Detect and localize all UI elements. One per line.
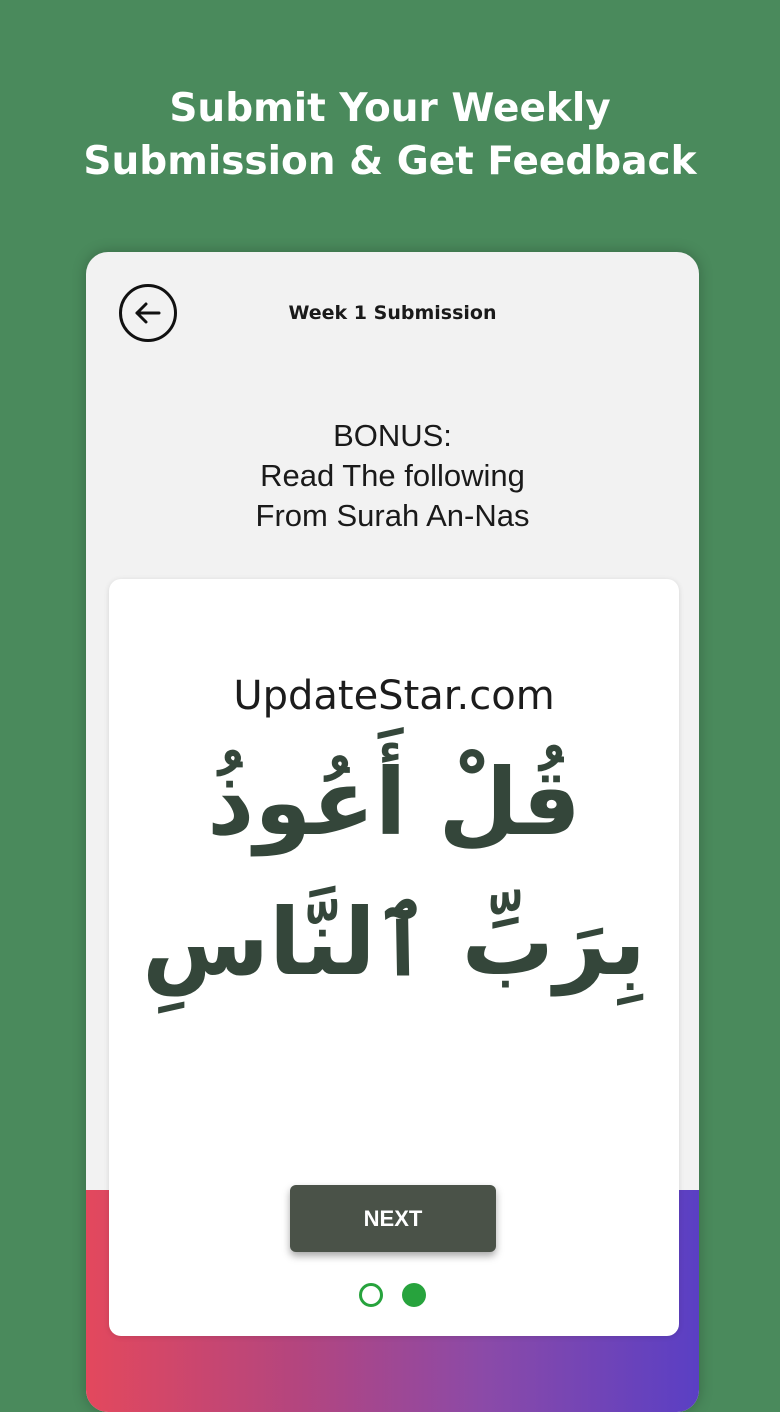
verse-card: UpdateStar.com قُلْ أَعُوذُ بِرَبِّ ٱلنَ…: [109, 579, 679, 1336]
watermark: UpdateStar.com: [233, 673, 555, 719]
phone-screen: Week 1 Submission BONUS: Read The follow…: [86, 252, 699, 1412]
promo-headline-line1: Submit Your Weekly: [169, 86, 611, 131]
verse-line-2: بِرَبِّ ٱلنَّاسِ: [142, 889, 646, 996]
instructions-line2: Read The following: [260, 458, 525, 493]
promo-headline: Submit Your Weekly Submission & Get Feed…: [0, 82, 780, 188]
pagination-dot-1[interactable]: [359, 1283, 383, 1307]
page-title: Week 1 Submission: [288, 302, 497, 324]
instructions-line1: BONUS:: [333, 418, 452, 453]
next-button[interactable]: NEXT: [290, 1185, 496, 1252]
verse-line-1: قُلْ أَعُوذُ: [207, 749, 581, 856]
instructions-line3: From Surah An-Nas: [255, 498, 530, 533]
pagination-dot-2-active[interactable]: [402, 1283, 426, 1307]
promo-headline-line2: Submission & Get Feedback: [83, 139, 697, 184]
bonus-instructions: BONUS: Read The following From Surah An-…: [86, 416, 699, 536]
